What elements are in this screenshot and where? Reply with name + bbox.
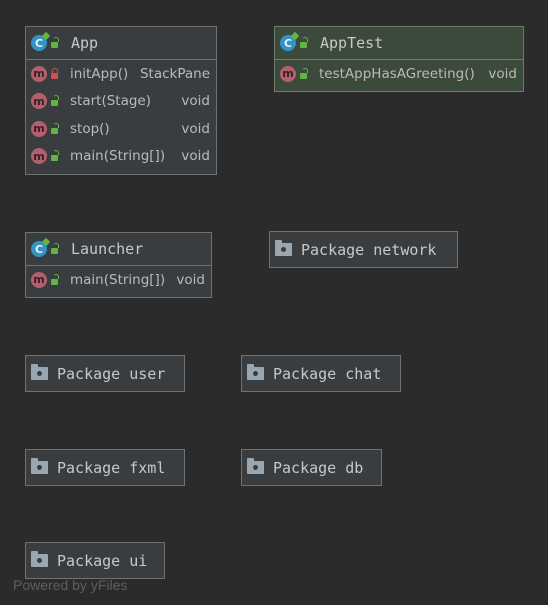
package-label: Package db	[273, 458, 364, 477]
package-label: Package fxml	[57, 458, 166, 477]
class-name: Launcher	[71, 240, 144, 258]
class-node-app-test[interactable]: C AppTest m testAppHasAGreeting() void	[274, 26, 524, 92]
package-node-chat[interactable]: Package chat	[241, 355, 401, 392]
package-folder-icon	[31, 364, 48, 380]
yfiles-watermark: Powered by yFiles	[13, 577, 128, 593]
public-lock-icon	[51, 243, 59, 254]
package-label: Package user	[57, 364, 166, 383]
method-row[interactable]: m main(String[]) void	[26, 266, 211, 294]
method-row[interactable]: m testAppHasAGreeting() void	[275, 60, 523, 88]
package-folder-icon	[31, 458, 48, 474]
package-folder-icon	[275, 240, 292, 256]
method-return-type: void	[181, 148, 210, 165]
private-lock-icon	[51, 67, 58, 79]
public-lock-icon	[51, 273, 59, 285]
class-icon: C	[31, 241, 47, 257]
package-node-fxml[interactable]: Package fxml	[25, 449, 185, 486]
method-return-type: void	[181, 120, 210, 137]
package-label: Package ui	[57, 551, 148, 570]
method-return-type: void	[488, 65, 517, 82]
public-lock-icon	[300, 37, 308, 48]
method-return-type: void	[176, 271, 205, 288]
method-icon: m	[31, 65, 47, 82]
public-lock-icon	[51, 37, 59, 48]
public-lock-icon	[51, 95, 59, 107]
class-name: AppTest	[320, 34, 384, 52]
class-node-app[interactable]: C App m initApp() StackPane m start(Stag…	[25, 26, 217, 175]
class-node-launcher[interactable]: C Launcher m main(String[]) void	[25, 232, 212, 298]
method-name: start(Stage)	[70, 93, 151, 110]
class-icon: C	[280, 35, 296, 51]
package-folder-icon	[247, 458, 264, 474]
class-header: C App	[26, 27, 216, 60]
package-label: Package chat	[273, 364, 382, 383]
method-row[interactable]: m start(Stage) void	[26, 88, 216, 116]
package-node-db[interactable]: Package db	[241, 449, 382, 486]
method-icon: m	[280, 65, 296, 82]
method-icon: m	[31, 120, 47, 137]
package-folder-icon	[247, 364, 264, 380]
method-name: stop()	[70, 120, 110, 137]
package-node-network[interactable]: Package network	[269, 231, 458, 268]
package-node-ui[interactable]: Package ui	[25, 542, 165, 579]
public-lock-icon	[51, 150, 59, 162]
method-name: main(String[])	[70, 271, 166, 288]
method-icon: m	[31, 271, 47, 288]
class-icon: C	[31, 35, 47, 51]
public-lock-icon	[300, 67, 308, 79]
method-name: initApp()	[70, 65, 129, 82]
method-name: testAppHasAGreeting()	[319, 65, 475, 82]
method-row[interactable]: m main(String[]) void	[26, 143, 216, 171]
method-icon: m	[31, 93, 47, 110]
public-lock-icon	[51, 122, 59, 134]
class-header: C Launcher	[26, 233, 211, 266]
class-name: App	[71, 34, 99, 52]
method-name: main(String[])	[70, 148, 166, 165]
method-icon: m	[31, 148, 47, 165]
package-node-user[interactable]: Package user	[25, 355, 185, 392]
method-row[interactable]: m initApp() StackPane	[26, 60, 216, 88]
package-folder-icon	[31, 551, 48, 567]
method-return-type: StackPane	[139, 65, 210, 82]
method-row[interactable]: m stop() void	[26, 115, 216, 143]
class-header: C AppTest	[275, 27, 523, 60]
package-label: Package network	[301, 240, 437, 259]
method-return-type: void	[181, 93, 210, 110]
